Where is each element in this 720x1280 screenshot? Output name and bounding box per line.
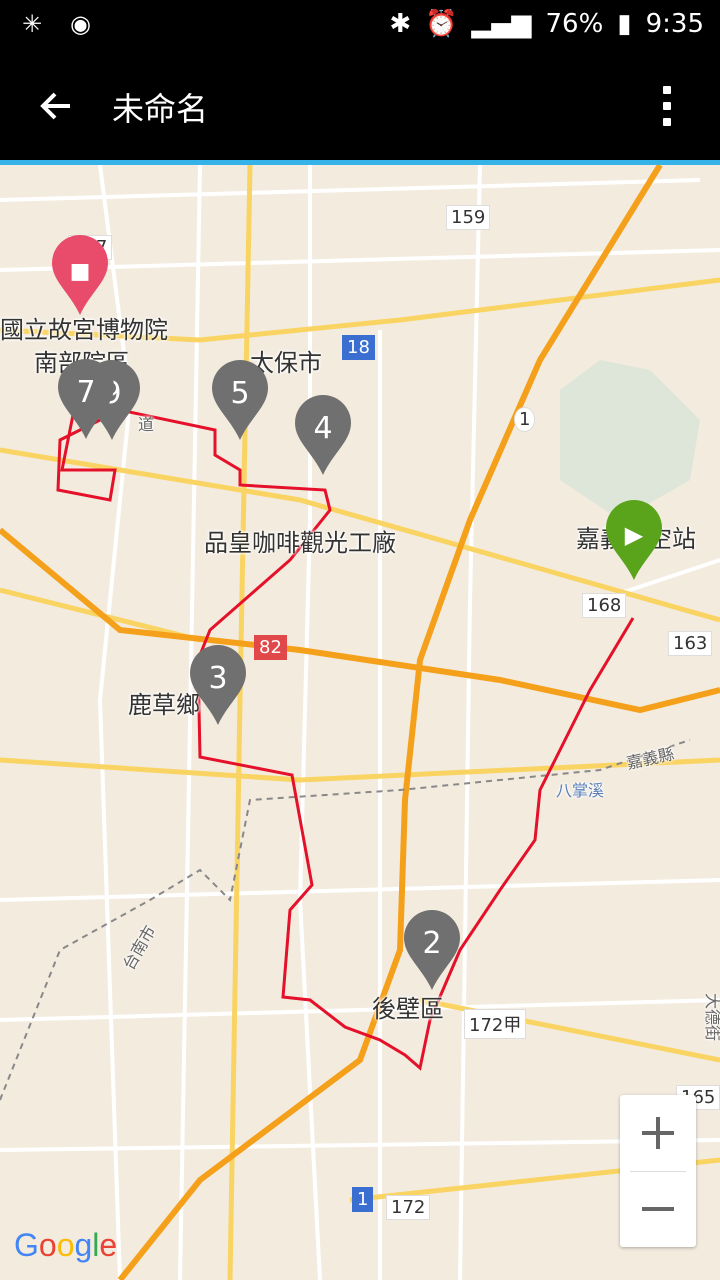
app-bar: 未命名 (0, 50, 720, 160)
route-shield: 82 (254, 635, 287, 660)
clock: 9:35 (645, 9, 704, 39)
route-marker[interactable]: 5 (210, 358, 270, 442)
route-marker[interactable]: 2 (402, 908, 462, 992)
zoom-out-button[interactable] (620, 1171, 696, 1247)
more-options-icon[interactable] (660, 86, 674, 130)
map-view[interactable]: 國立故宮博物院 南部院區 太保市 品皇咖啡觀光工廠 嘉義航空站 鹿草鄉 後壁區 … (0, 165, 720, 1280)
river-label: 八掌溪 (556, 781, 605, 800)
zoom-controls (620, 1095, 696, 1247)
pinwheel-icon: ✳ (22, 10, 43, 38)
bluetooth-icon: ✱ (389, 9, 412, 39)
zoom-in-button[interactable] (620, 1095, 696, 1171)
back-arrow-icon[interactable] (36, 86, 76, 126)
route-shield: 172 (386, 1195, 431, 1220)
route-shield: 159 (446, 205, 491, 230)
hotspot-icon: ◉ (70, 10, 91, 38)
stop-marker[interactable]: ■ (50, 233, 110, 317)
battery-icon: ▮ (617, 9, 632, 39)
airport-area (560, 360, 700, 520)
battery-percent: 76% (545, 9, 604, 39)
route-shield: 18 (342, 335, 375, 360)
place-label: 品皇咖啡觀光工廠 (204, 529, 396, 557)
signal-icon: ▂▄▆ (471, 9, 532, 39)
route-marker[interactable]: 3 (188, 643, 248, 727)
route-marker[interactable]: 4 (293, 393, 353, 477)
route-marker[interactable]: 7 (56, 357, 116, 441)
page-title: 未命名 (112, 90, 209, 128)
status-bar: ✳ ◉ ✱ ⏰ ▂▄▆ 76% ▮ 9:35 (0, 0, 720, 50)
route-shield: 163 (668, 631, 713, 656)
route-shield: 168 (582, 593, 627, 618)
alarm-icon: ⏰ (425, 9, 458, 39)
google-logo: Google (14, 1227, 118, 1263)
route-shield: 1 (352, 1187, 374, 1212)
start-marker[interactable]: ▶ (604, 498, 664, 582)
tracked-route (56, 389, 635, 1071)
route-shield: 172甲 (464, 1009, 527, 1039)
street-label: 大德街 (703, 992, 720, 1042)
place-label: 後壁區 (372, 995, 444, 1023)
